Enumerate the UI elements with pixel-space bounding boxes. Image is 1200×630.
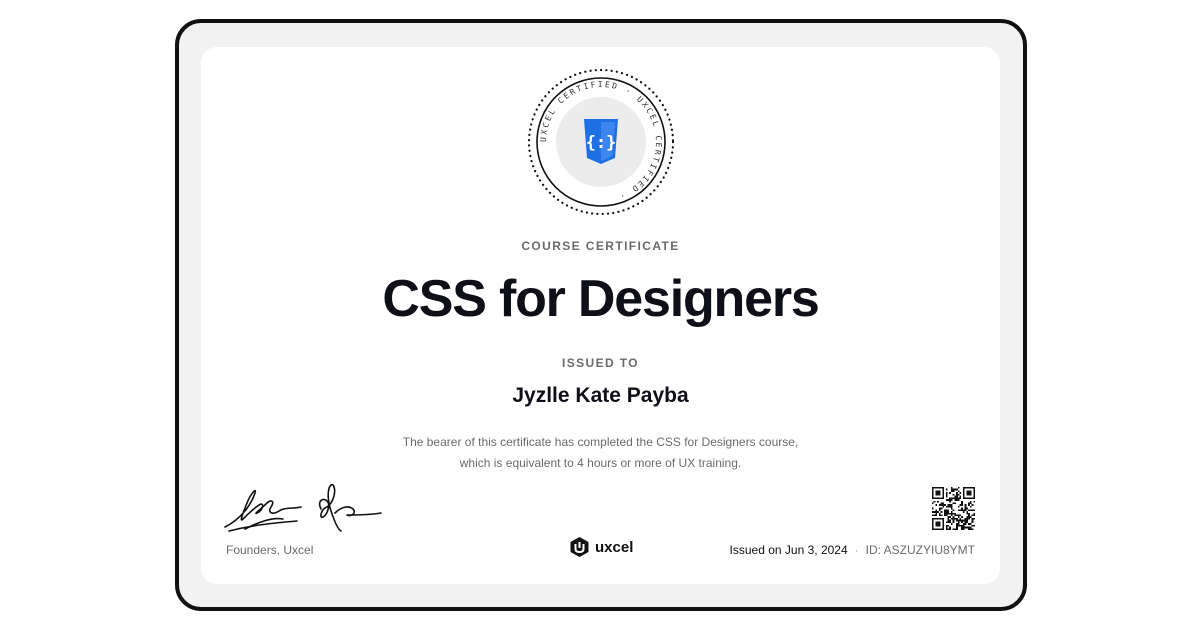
course-certificate-label: COURSE CERTIFICATE [521, 239, 680, 253]
separator-dot: · [854, 543, 859, 557]
credential-id: ID: ASZUZYIU8YMT [865, 543, 975, 557]
certificate-card: UXCEL CERTIFIED · UXCEL CERTIFIED · {:} … [201, 47, 1000, 584]
certified-seal: UXCEL CERTIFIED · UXCEL CERTIFIED · {:} [527, 68, 675, 216]
issued-to-label: ISSUED TO [561, 356, 640, 370]
course-title: CSS for Designers [382, 270, 819, 328]
uxcel-logo-icon [570, 537, 589, 557]
certificate-description: The bearer of this certificate has compl… [201, 432, 1000, 474]
signatures-caption: Founders, Uxcel [226, 543, 314, 557]
founder-signatures [224, 483, 382, 532]
issue-info: Issued on Jun 3, 2024 · ID: ASZUZYIU8YMT [730, 543, 975, 557]
qr-code-icon [932, 487, 975, 530]
description-line: The bearer of this certificate has compl… [402, 435, 799, 449]
certificate-frame: UXCEL CERTIFIED · UXCEL CERTIFIED · {:} … [175, 19, 1027, 611]
css-shield-icon: {:} [584, 119, 618, 164]
uxcel-brand: uxcel [569, 536, 633, 558]
svg-text:{:}: {:} [586, 133, 617, 153]
issued-date: Issued on Jun 3, 2024 [729, 543, 848, 557]
recipient-name: Jyzlle Kate Payba [512, 384, 689, 407]
description-line: which is equivalent to 4 hours or more o… [459, 456, 742, 470]
brand-name: uxcel [595, 538, 634, 556]
